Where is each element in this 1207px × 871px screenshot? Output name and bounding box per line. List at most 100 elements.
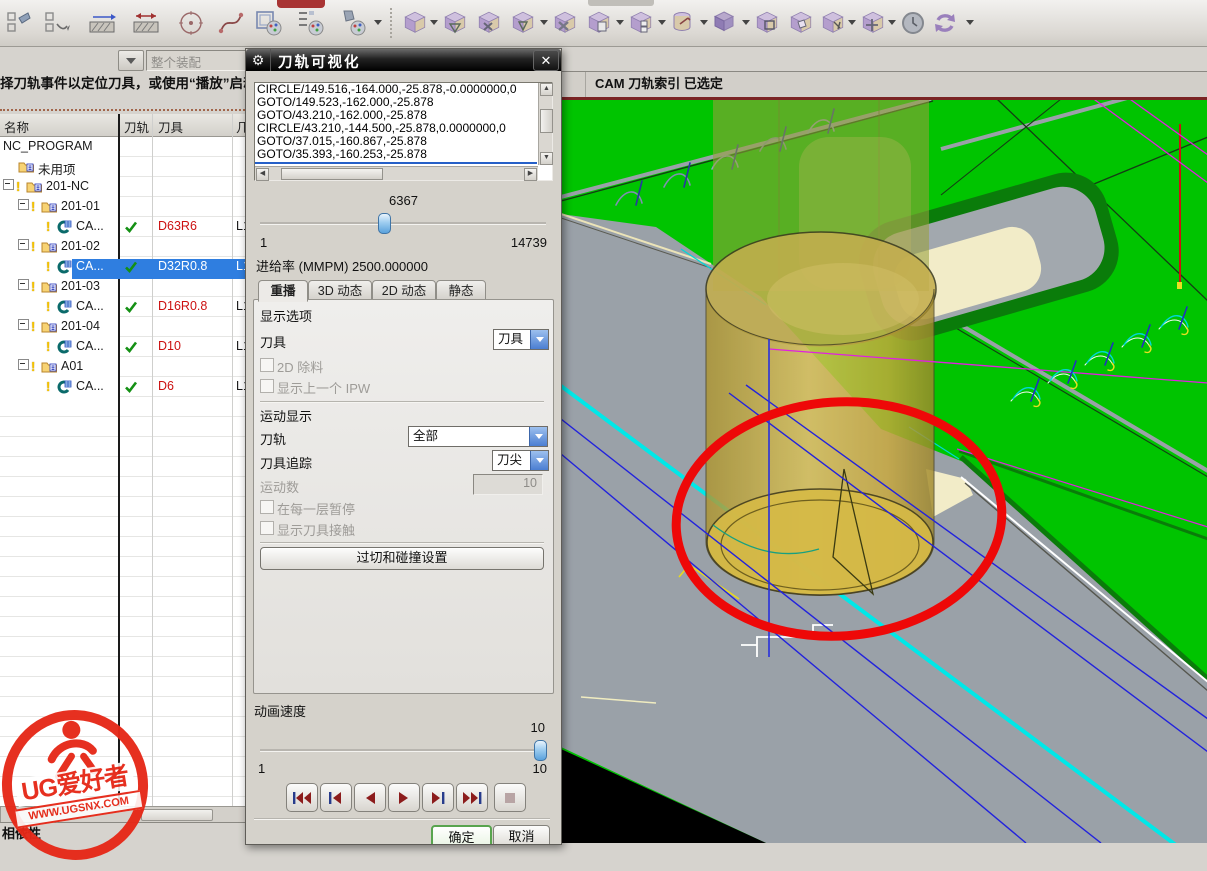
cube-caret-7[interactable] <box>848 20 856 25</box>
cube-op-icon-6[interactable] <box>584 8 614 38</box>
spline-icon[interactable] <box>216 8 246 38</box>
node-label[interactable]: 201-01 <box>61 199 100 213</box>
position-slider-thumb[interactable] <box>378 213 391 234</box>
cube-op-icon-12[interactable] <box>818 8 848 38</box>
scroll-down-icon[interactable]: ▼ <box>540 152 553 165</box>
node-label[interactable]: NC_PROGRAM <box>3 139 93 153</box>
assembly-dropdown-button[interactable] <box>118 50 144 71</box>
node-label[interactable]: 201-04 <box>61 319 100 333</box>
node-label[interactable]: 201-NC <box>46 179 89 193</box>
gear-icon[interactable]: ⚙ <box>246 49 271 71</box>
scroll-thumb[interactable] <box>281 168 383 180</box>
collapse-icon[interactable] <box>18 199 29 210</box>
cube-caret-5[interactable] <box>700 20 708 25</box>
cube-op-icon-8[interactable] <box>668 8 698 38</box>
dialog-titlebar[interactable]: ⚙ 刀轨可视化 ✕ <box>246 49 561 71</box>
collapse-icon[interactable] <box>18 359 29 370</box>
cube-op-icon-1[interactable] <box>400 8 430 38</box>
show-ipw-checkbox[interactable] <box>260 379 274 393</box>
cube-op-icon-2[interactable] <box>440 8 470 38</box>
speed-slider-thumb[interactable] <box>534 740 547 761</box>
hatch-range-icon[interactable] <box>132 8 162 38</box>
tab-replay[interactable]: 重播 <box>258 280 308 302</box>
scroll-up-icon[interactable]: ▲ <box>540 83 553 96</box>
list-palette-icon[interactable] <box>296 8 326 38</box>
pause-each-level-checkbox[interactable] <box>260 500 274 514</box>
tree-spotlight-icon[interactable] <box>4 8 34 38</box>
col-name[interactable]: 名称 <box>4 117 29 136</box>
gouge-check-button[interactable]: 过切和碰撞设置 <box>260 547 544 570</box>
cube-caret-3[interactable] <box>616 20 624 25</box>
collapse-icon[interactable] <box>18 279 29 290</box>
cube-op-icon-10[interactable] <box>752 8 782 38</box>
brush-palette-icon[interactable] <box>338 8 368 38</box>
play-reverse-button[interactable] <box>354 783 386 812</box>
tool-trace-dropdown[interactable]: 刀尖 <box>492 450 549 471</box>
cube-caret-4[interactable] <box>658 20 666 25</box>
refresh-caret[interactable] <box>966 20 974 25</box>
frame-palette-icon[interactable] <box>254 8 284 38</box>
chevron-down-icon[interactable] <box>530 330 548 349</box>
col-toolpath[interactable]: 刀轨 <box>124 117 149 136</box>
node-label[interactable]: CA... <box>76 299 104 313</box>
chevron-down-icon[interactable] <box>530 451 548 470</box>
scroll-thumb[interactable] <box>540 109 553 133</box>
node-label[interactable]: 未用项 <box>38 159 76 178</box>
col-tool[interactable]: 刀具 <box>158 117 183 136</box>
assembly-scope-field[interactable]: 整个装配 <box>146 50 252 71</box>
scroll-left-icon[interactable]: ◀ <box>256 168 269 181</box>
tree-reorder-icon[interactable] <box>42 8 72 38</box>
cube-op-icon-11[interactable] <box>786 8 816 38</box>
cube-caret-6[interactable] <box>742 20 750 25</box>
collapse-icon[interactable] <box>18 239 29 250</box>
gcode-line[interactable]: GOTO/149.523,-162.000,-25.878 <box>255 96 539 109</box>
cancel-button[interactable]: 取消 <box>493 825 550 845</box>
step-back-button[interactable] <box>320 783 352 812</box>
stop-button[interactable] <box>494 783 526 812</box>
go-first-button[interactable] <box>286 783 318 812</box>
gcode-listbox[interactable]: CIRCLE/149.516,-164.000,-25.878,-0.00000… <box>254 82 553 181</box>
node-label[interactable]: CA... <box>76 219 104 233</box>
speed-slider-track[interactable] <box>260 749 544 752</box>
scroll-right-icon[interactable]: ▶ <box>524 168 537 181</box>
step-forward-button[interactable] <box>422 783 454 812</box>
show-tool-contact-checkbox[interactable] <box>260 521 274 535</box>
gcode-line[interactable]: CIRCLE/43.210,-144.500,-25.878,0.0000000… <box>255 122 539 135</box>
close-icon[interactable]: ✕ <box>533 50 559 71</box>
cube-op-icon-5[interactable] <box>550 8 580 38</box>
motion-count-input[interactable]: 10 <box>473 474 543 495</box>
gcode-line[interactable]: GOTO/43.210,-162.000,-25.878 <box>255 109 539 122</box>
circle-center-icon[interactable] <box>176 8 206 38</box>
node-label[interactable]: A01 <box>61 359 83 373</box>
position-slider-track[interactable] <box>260 222 546 225</box>
cube-caret-8[interactable] <box>888 20 896 25</box>
node-label[interactable]: CA... <box>76 259 104 273</box>
node-label[interactable]: 201-02 <box>61 239 100 253</box>
cube-op-icon-9[interactable] <box>710 8 740 38</box>
2d-removal-checkbox[interactable] <box>260 358 274 372</box>
gcode-line[interactable]: GOTO/35.393,-160.253,-25.878 <box>255 148 539 161</box>
node-label[interactable]: CA... <box>76 339 104 353</box>
play-forward-button[interactable] <box>388 783 420 812</box>
graphics-viewport[interactable] <box>560 97 1207 843</box>
chevron-down-icon[interactable] <box>529 427 547 446</box>
gcode-hscrollbar[interactable]: ◀ ▶ <box>255 166 538 180</box>
cube-op-icon-4[interactable] <box>508 8 538 38</box>
cube-op-icon-7[interactable] <box>626 8 656 38</box>
gcode-line[interactable]: GOTO/37.015,-160.867,-25.878 <box>255 135 539 148</box>
node-label[interactable]: 201-03 <box>61 279 100 293</box>
clock-icon[interactable] <box>898 8 928 38</box>
cube-caret-2[interactable] <box>540 20 548 25</box>
cube-op-icon-3[interactable] <box>474 8 504 38</box>
brush-palette-caret[interactable] <box>374 20 382 25</box>
cube-op-icon-13[interactable] <box>858 8 888 38</box>
node-label[interactable]: CA... <box>76 379 104 393</box>
hatch-forward-icon[interactable] <box>88 8 118 38</box>
collapse-icon[interactable] <box>3 179 14 190</box>
collapse-icon[interactable] <box>18 319 29 330</box>
go-last-button[interactable] <box>456 783 488 812</box>
cube-caret-1[interactable] <box>430 20 438 25</box>
gcode-vscrollbar[interactable]: ▲ ▼ <box>538 83 552 165</box>
tool-display-dropdown[interactable]: 刀具 <box>493 329 549 350</box>
gcode-line[interactable]: CIRCLE/149.516,-164.000,-25.878,-0.00000… <box>255 83 539 96</box>
